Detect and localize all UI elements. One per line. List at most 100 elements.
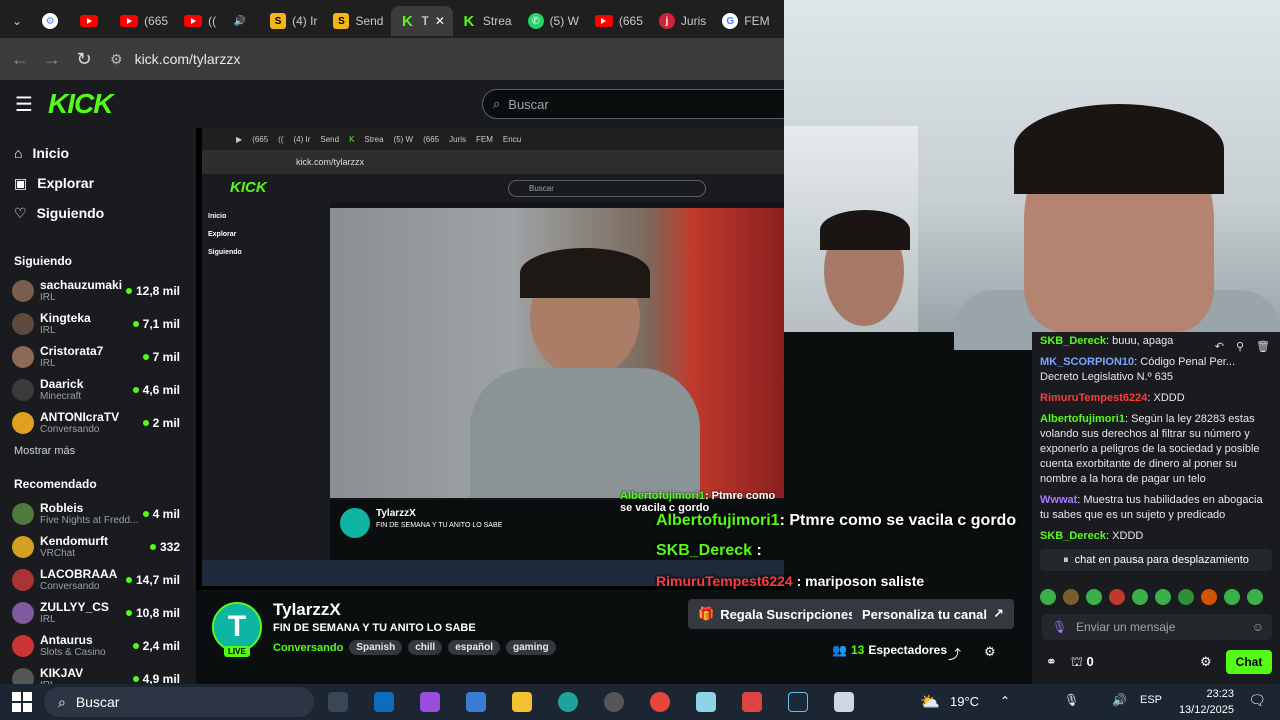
channel-item[interactable]: Antaurus Slots & Casino 2,4 mil [0,629,196,662]
channel-item[interactable]: Kingteka IRL 7,1 mil [0,307,196,340]
browser-tab[interactable]: (665 [112,6,176,36]
nav-explorar[interactable]: ▣ Explorar [0,168,196,198]
browser-tab[interactable] [72,6,112,36]
stream-tag[interactable]: chill [408,640,443,655]
windows-start-icon[interactable] [12,692,32,712]
chat-input[interactable]: 🎙 Enviar un mensaje ☺ [1042,614,1272,640]
reload-button[interactable]: ↻ [68,43,100,75]
forward-button[interactable]: → [36,43,68,75]
follow-settings-icon[interactable]: ⚙ [984,644,996,660]
channel-item[interactable]: ZULLYY_CS IRL 10,8 mil [0,596,196,629]
kick-logo[interactable]: KICK [48,88,113,120]
stream-tag[interactable]: español [448,640,501,655]
chat-username[interactable]: SKB_Dereck [1040,335,1106,347]
chat-paused-banner[interactable]: ⏸ chat en pausa para desplazamiento [1040,549,1272,571]
notifications-icon[interactable]: 🗨 [1248,692,1266,709]
points-display[interactable]: ⛫ 0 [1071,654,1094,672]
customize-channel-button[interactable]: Personaliza tu canal ↗ [852,599,1014,629]
chat-message[interactable]: RimuruTempest6224: XDDD [1032,391,1280,406]
chat-message[interactable]: SKB_Dereck: XDDD [1032,529,1280,544]
file-explorer-icon[interactable] [512,692,532,712]
chat-message[interactable]: MK_SCORPION10: Código Penal Per... Decre… [1032,355,1280,385]
outlook-icon[interactable] [374,692,394,712]
emote-icon[interactable] [1086,589,1102,605]
browser-tab[interactable]: S Send [325,6,391,36]
streamer-avatar[interactable]: T [212,602,262,652]
emote-icon[interactable] [1109,589,1125,605]
stream-category[interactable]: Conversando [273,642,343,654]
emoji-icon[interactable]: ☺ [1252,620,1264,634]
browser-tab[interactable]: S (4) Ir [262,6,325,36]
emote-icon[interactable] [1040,589,1056,605]
chrome-icon[interactable] [650,692,670,712]
nav-siguiendo[interactable]: ♡ Siguiendo [0,198,196,228]
browser-tab[interactable]: 🔊 [224,6,262,36]
nav-inicio[interactable]: ⌂ Inicio [0,138,196,168]
settings-icon[interactable]: ⚙ [1200,654,1212,670]
chat-username[interactable]: SKB_Dereck [1040,530,1106,542]
channel-item[interactable]: Robleis Five Nights at Fredd... 4 mil [0,497,196,530]
delete-icon[interactable]: 🗑 [1256,340,1270,353]
streamer-name[interactable]: TylarzzX [273,600,341,620]
edge-icon[interactable] [558,692,578,712]
browser-tab[interactable]: (665 [587,6,651,36]
emote-icon[interactable] [1178,589,1194,605]
close-icon[interactable]: ✕ [435,14,445,28]
link-icon[interactable]: ⚭ [1046,654,1057,672]
emote-icon[interactable] [1155,589,1171,605]
weather-icon[interactable]: ⛅ [920,692,940,712]
channel-item[interactable]: Cristorata7 IRL 7 mil [0,340,196,373]
site-info-icon[interactable]: ⚙ [110,51,123,68]
emote-icon[interactable] [1063,589,1079,605]
chat-username[interactable]: Albertofujimori1 [1040,413,1125,425]
emote-icon[interactable] [1132,589,1148,605]
browser-tab[interactable]: j Juris [651,6,714,36]
notepad-icon[interactable] [834,692,854,712]
volume-icon[interactable]: 🔊 [1112,693,1127,707]
back-button[interactable]: ← [4,43,36,75]
channel-item[interactable]: ANTONIcraTV Conversando 2 mil [0,406,196,439]
channel-item[interactable]: Daarick Minecraft 4,6 mil [0,373,196,406]
stream-tag[interactable]: gaming [506,640,556,655]
chat-send-button[interactable]: Chat [1226,650,1272,674]
channel-item[interactable]: Kendomurft VRChat 332 [0,530,196,563]
taskbar-temperature[interactable]: 19°C [950,694,979,709]
app-icon[interactable] [696,692,716,712]
clock-app-icon[interactable] [604,692,624,712]
taskbar-search[interactable]: ⌕ Buscar [44,687,314,717]
task-view-icon[interactable] [328,692,348,712]
browser-tab[interactable]: ✆ (5) W [520,6,587,36]
chat-username[interactable]: Wwwat [1040,494,1077,506]
steam-icon[interactable] [788,692,808,712]
gift-subs-button[interactable]: 🎁 Regala Suscripciones [688,599,866,629]
chat-username[interactable]: RimuruTempest6224 [1040,392,1147,404]
chevron-up-icon[interactable]: ⌃ [1000,694,1010,708]
app-4-icon[interactable] [742,692,762,712]
emote-icon[interactable] [1201,589,1217,605]
browser-tab[interactable]: K Strea [453,6,520,36]
menu-icon[interactable]: ☰ [0,92,48,117]
url-field[interactable]: ⚙ kick.com/tylarzzx [110,51,240,68]
browser-tab[interactable]: ⚙ [34,6,72,36]
browser-tab[interactable]: (( [176,6,224,36]
pin-icon[interactable]: ⚲ [1236,340,1244,353]
copilot-icon[interactable] [420,692,440,712]
tab-overflow-button[interactable]: ⌄ [0,6,34,36]
emote-icon[interactable] [1224,589,1240,605]
reply-icon[interactable]: ↶ [1215,340,1224,353]
stream-tag[interactable]: Spanish [349,640,403,655]
emote-icon[interactable] [1247,589,1263,605]
chat-username[interactable]: MK_SCORPION10 [1040,356,1134,368]
search-input[interactable]: ⌕ Buscar [482,89,797,119]
taskbar-clock[interactable]: 23:23 13/12/2025 [1179,686,1234,718]
browser-tab[interactable]: K T ✕ [391,6,453,36]
microphone-icon[interactable]: 🎙 [1052,620,1067,634]
channel-item[interactable]: LACOBRAAA Conversando 14,7 mil [0,563,196,596]
show-more-link[interactable]: Mostrar más [0,445,196,457]
browser-tab[interactable]: G FEM [714,6,777,36]
share-icon[interactable]: ⤴ [948,644,961,663]
channel-item[interactable]: sachauzumaki IRL 12,8 mil [0,274,196,307]
chat-message[interactable]: Wwwat: Muestra tus habilidades en abogac… [1032,493,1280,523]
store-icon[interactable] [466,692,486,712]
language-indicator[interactable]: ESP [1140,694,1162,706]
